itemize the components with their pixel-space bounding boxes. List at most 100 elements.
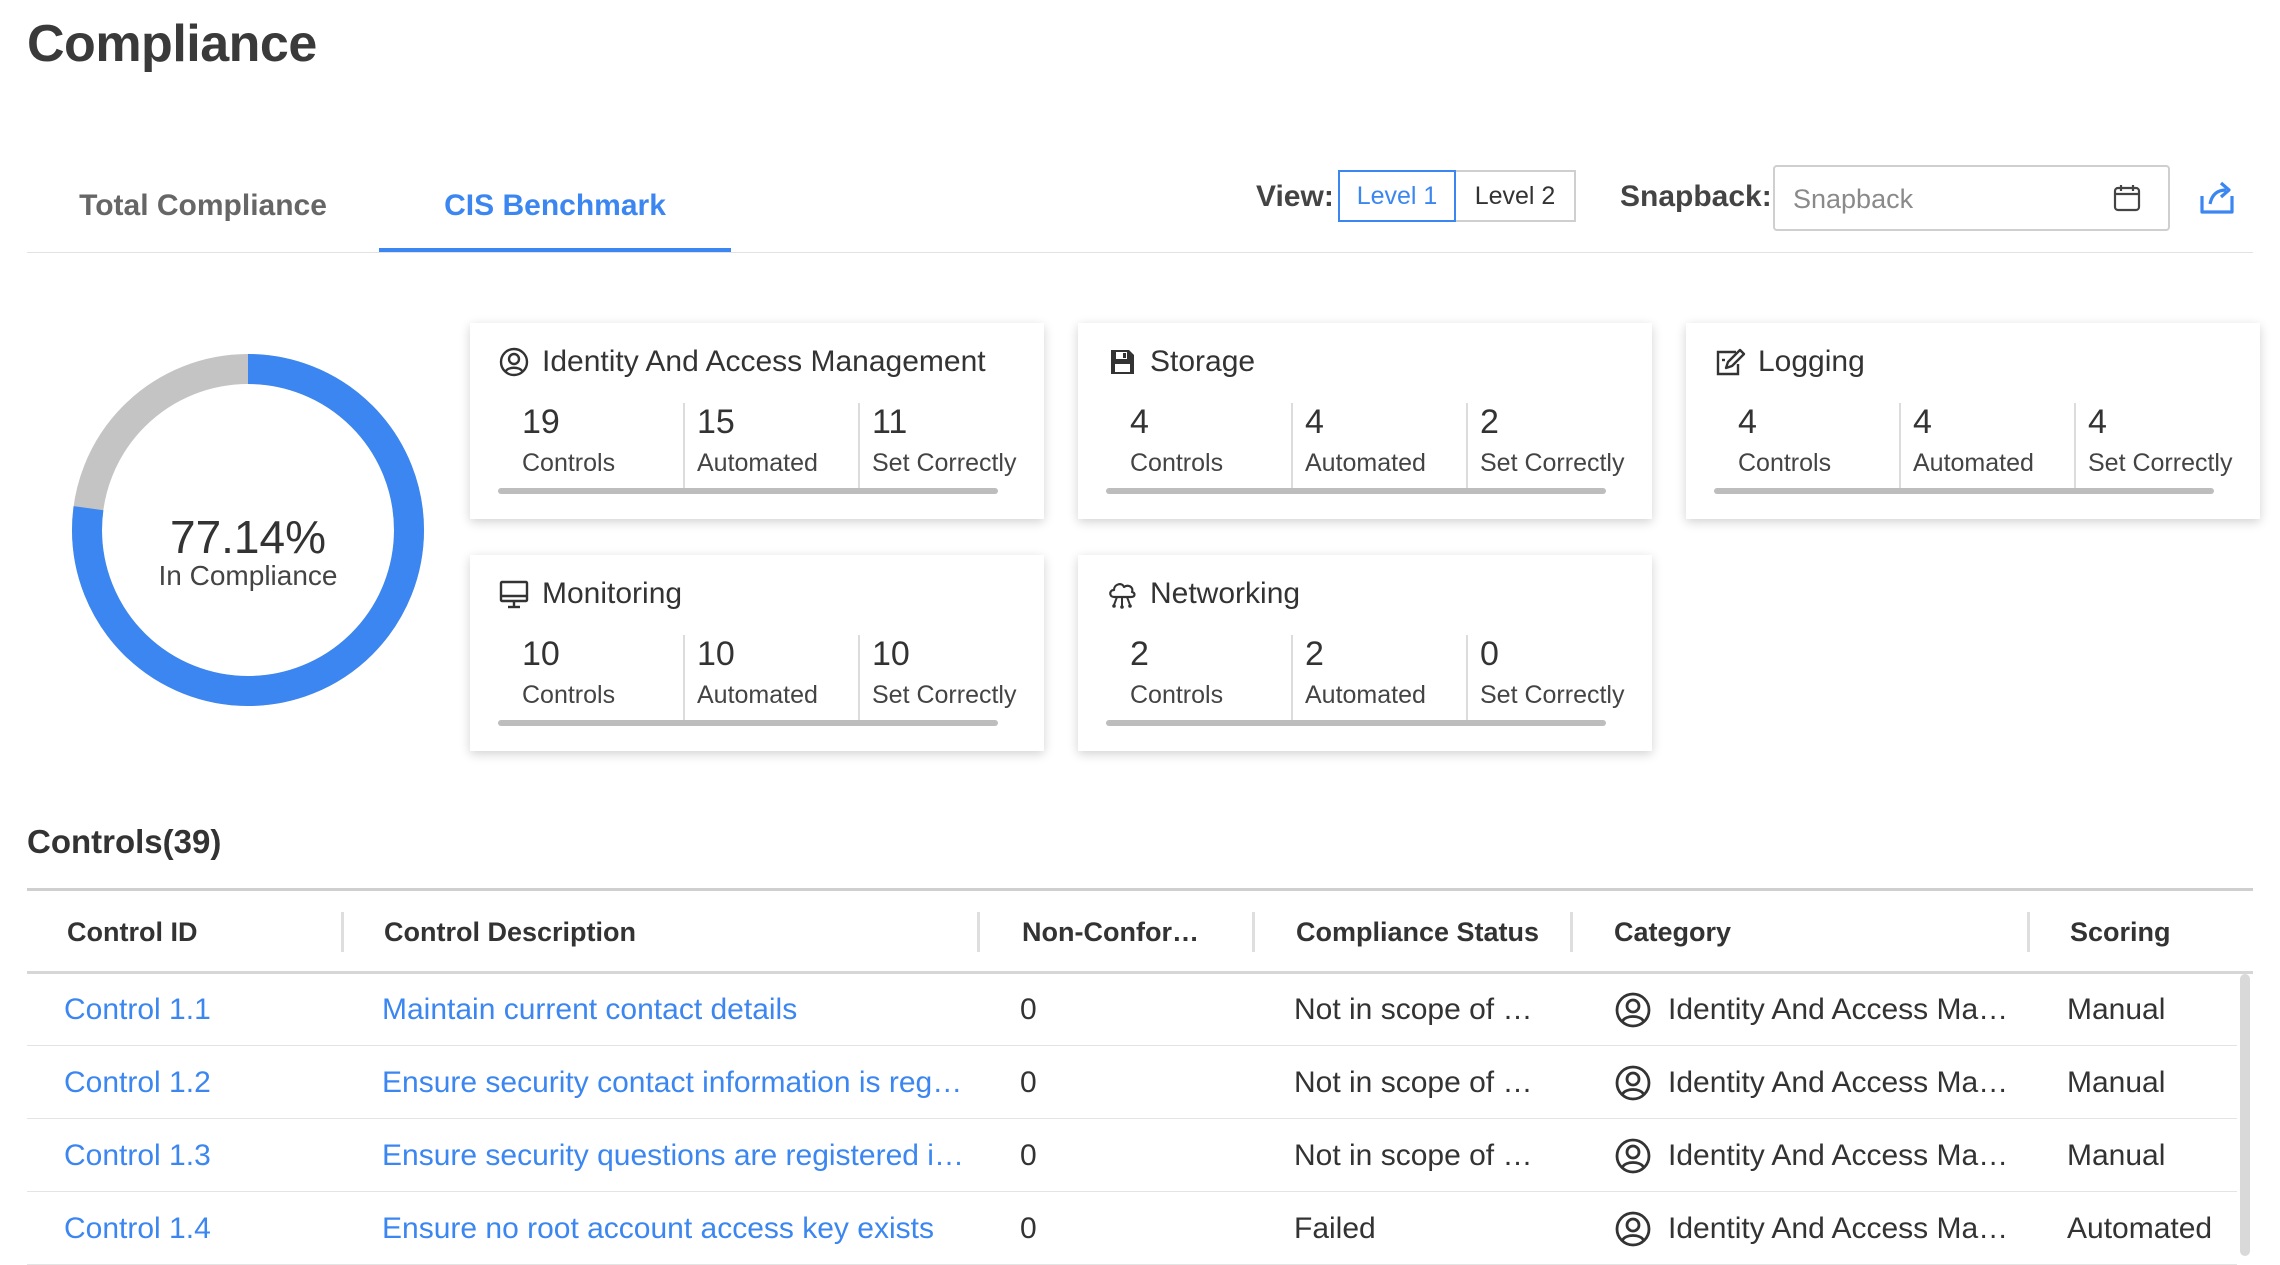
category-card-networking[interactable]: Networking 2 Controls 2 Automated 0 Set …	[1078, 555, 1652, 751]
category-card-monitoring[interactable]: Monitoring 10 Controls 10 Automated 10 S…	[470, 555, 1044, 751]
column-divider[interactable]	[341, 912, 344, 952]
export-icon[interactable]	[2198, 180, 2236, 216]
header-non-conforming[interactable]: Non-Confor…	[1022, 900, 1199, 964]
stat-controls-label: Controls	[1130, 681, 1224, 709]
category-card-logging[interactable]: Logging 4 Controls 4 Automated 4 Set Cor…	[1686, 323, 2260, 519]
calendar-icon[interactable]	[2112, 183, 2142, 213]
compliance-status: Not in scope of …	[1294, 1139, 1533, 1172]
stat-automated-label: Automated	[697, 681, 818, 709]
category-card-header: Networking	[1106, 577, 1300, 611]
header-category[interactable]: Category	[1614, 900, 1731, 964]
stat-automated-value: 2	[1305, 635, 1324, 673]
category-name: Identity And Access Ma…	[1668, 1066, 2009, 1099]
table-row[interactable]: Control 1.2 Ensure security contact info…	[27, 1047, 2237, 1119]
non-conforming-count: 0	[1020, 1139, 1037, 1172]
monitor-icon	[499, 580, 529, 609]
stat-controls-value: 2	[1130, 635, 1149, 673]
non-conforming-count: 0	[1020, 1066, 1037, 1099]
table-top-border	[27, 888, 2253, 891]
column-divider[interactable]	[1570, 912, 1573, 952]
category-card-title: Monitoring	[542, 577, 683, 610]
stat-set-correctly-label: Set Correctly	[1480, 449, 1625, 477]
category-progress-bar	[1106, 488, 1606, 494]
stat-controls-value: 4	[1738, 403, 1757, 441]
user-circle-icon	[1615, 992, 1651, 1028]
header-control-id[interactable]: Control ID	[67, 900, 197, 964]
category-stats: 2 Controls 2 Automated 0 Set Correctly	[1106, 635, 1624, 720]
category-name: Identity And Access Ma…	[1668, 1212, 2009, 1245]
header-control-description[interactable]: Control Description	[384, 900, 636, 964]
category-card-storage[interactable]: Storage 4 Controls 4 Automated 2 Set Cor…	[1078, 323, 1652, 519]
category-cell: Identity And Access Ma…	[1614, 1047, 2034, 1119]
category-card-title: Networking	[1150, 577, 1301, 610]
category-card-header: Monitoring	[498, 577, 682, 611]
stat-automated-value: 4	[1305, 403, 1324, 441]
compliance-status: Failed	[1294, 1212, 1376, 1245]
page-title: Compliance	[27, 15, 317, 73]
level-2-button[interactable]: Level 2	[1456, 170, 1576, 222]
category-progress-bar	[1714, 488, 2214, 494]
category-progress-bar	[498, 720, 998, 726]
category-cell: Identity And Access Ma…	[1614, 1193, 2034, 1265]
snapback-label: Snapback:	[1620, 180, 1772, 213]
control-description-link[interactable]: Ensure security contact information is r…	[382, 1047, 982, 1119]
floppy-disk-icon	[1111, 350, 1134, 374]
user-circle-icon	[1615, 1138, 1651, 1174]
scoring-value: Automated	[2067, 1212, 2213, 1245]
level-toggle: Level 1 Level 2	[1338, 170, 1576, 222]
level-1-button[interactable]: Level 1	[1338, 170, 1456, 222]
table-scrollbar[interactable]	[2240, 974, 2250, 1256]
scoring-value: Manual	[2067, 993, 2166, 1026]
category-card-title: Storage	[1150, 345, 1256, 378]
stat-automated-value: 10	[697, 635, 735, 673]
category-card-identity-and-access-management[interactable]: Identity And Access Management 19 Contro…	[470, 323, 1044, 519]
category-stats: 4 Controls 4 Automated 2 Set Correctly	[1106, 403, 1624, 488]
stat-divider	[858, 403, 860, 488]
category-card-header: Storage	[1106, 345, 1255, 379]
stat-divider	[858, 635, 860, 720]
stat-controls-value: 19	[522, 403, 560, 441]
user-circle-icon	[1615, 1065, 1651, 1101]
stat-set-correctly-label: Set Correctly	[872, 681, 1017, 709]
table-row[interactable]: Control 1.1 Maintain current contact det…	[27, 974, 2237, 1046]
category-card-header: Identity And Access Management	[498, 345, 986, 379]
column-divider[interactable]	[1252, 912, 1255, 952]
snapback-input[interactable]	[1791, 179, 2095, 219]
category-name: Identity And Access Ma…	[1668, 1139, 2009, 1172]
header-compliance-status[interactable]: Compliance Status	[1296, 900, 1539, 964]
compliance-percentage: 77.14%	[169, 511, 326, 563]
tab-total-compliance[interactable]: Total Compliance	[27, 160, 379, 252]
control-id-link[interactable]: Control 1.3	[64, 1120, 354, 1192]
control-description-link[interactable]: Ensure security questions are registered…	[382, 1120, 982, 1192]
compliance-status: Not in scope of …	[1294, 1066, 1533, 1099]
control-id-link[interactable]: Control 1.4	[64, 1193, 354, 1265]
column-divider[interactable]	[977, 912, 980, 952]
compliance-label: In Compliance	[158, 560, 338, 591]
table-row[interactable]: Control 1.4 Ensure no root account acces…	[27, 1193, 2237, 1265]
column-divider[interactable]	[2027, 912, 2030, 952]
stat-controls-label: Controls	[1738, 449, 1832, 477]
category-card-title: Logging	[1758, 345, 1865, 378]
non-conforming-count: 0	[1020, 993, 1037, 1026]
category-progress-bar	[498, 488, 998, 494]
table-row[interactable]: Control 1.3 Ensure security questions ar…	[27, 1120, 2237, 1192]
control-description-link[interactable]: Maintain current contact details	[382, 974, 982, 1046]
stat-set-correctly-value: 10	[872, 635, 910, 673]
tab-cis-benchmark[interactable]: CIS Benchmark	[379, 160, 731, 252]
stat-automated-label: Automated	[1305, 681, 1426, 709]
control-id-link[interactable]: Control 1.2	[64, 1047, 354, 1119]
category-stats: 10 Controls 10 Automated 10 Set Correctl…	[498, 635, 1016, 720]
scoring-value: Manual	[2067, 1139, 2166, 1172]
control-description-link[interactable]: Ensure no root account access key exists	[382, 1193, 982, 1265]
stat-divider	[1466, 635, 1468, 720]
header-scoring[interactable]: Scoring	[2070, 900, 2171, 964]
control-id-link[interactable]: Control 1.1	[64, 974, 354, 1046]
stat-controls-label: Controls	[1130, 449, 1224, 477]
stat-divider	[683, 635, 685, 720]
stat-divider	[1291, 403, 1293, 488]
stat-divider	[1466, 403, 1468, 488]
non-conforming-count: 0	[1020, 1212, 1037, 1245]
category-progress-bar	[1106, 720, 1606, 726]
cloud-network-icon	[1109, 583, 1136, 609]
stat-set-correctly-value: 2	[1480, 403, 1499, 441]
